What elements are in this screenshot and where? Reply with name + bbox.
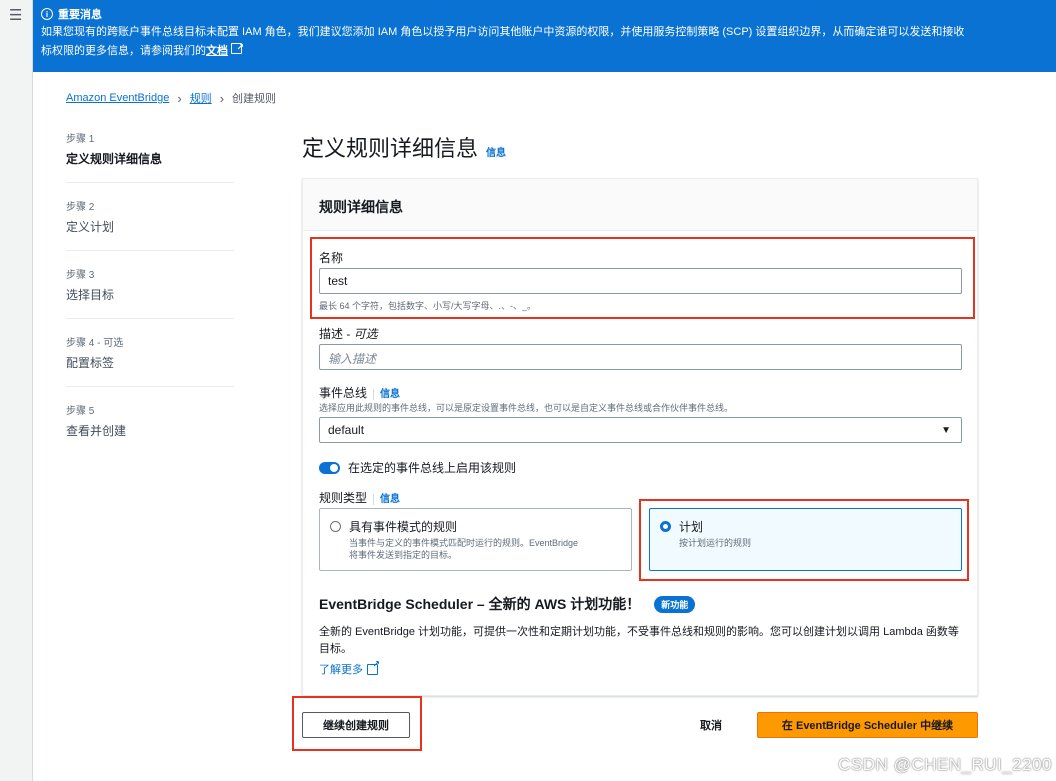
rule-type-schedule-card[interactable]: 计划 按计划运行的规则 (649, 508, 962, 571)
learn-more-text: 了解更多 (319, 664, 363, 676)
description-label: 描述 - 可选 (319, 325, 378, 342)
radio-button-selected[interactable] (660, 521, 671, 532)
menu-icon[interactable]: ☰ (9, 6, 22, 24)
event-bus-selected-value: default (328, 423, 365, 437)
step-label: 定义规则详细信息 (66, 152, 163, 166)
wizard-steps: 步骤 1 定义规则详细信息 步骤 2 定义计划 步骤 3 选择目标 步骤 4 -… (66, 128, 234, 467)
card-description: 当事件与定义的事件模式匹配时运行的规则。EventBridge 将事件发送到指定… (349, 537, 621, 561)
card-title: 具有事件模式的规则 (330, 518, 621, 535)
rule-type-event-pattern-card[interactable]: 具有事件模式的规则 当事件与定义的事件模式匹配时运行的规则。EventBridg… (319, 508, 632, 571)
card-description-line-1: 当事件与定义的事件模式匹配时运行的规则。EventBridge (349, 538, 579, 548)
banner-line-1: 如果您现有的跨账户事件总线目标未配置 IAM 角色，我们建议您添加 IAM 角色… (41, 26, 965, 38)
new-feature-badge: 新功能 (654, 595, 696, 613)
step-number: 步骤 1 (66, 134, 95, 145)
card-description-line-2: 将事件发送到指定的目标。 (349, 550, 458, 560)
page-title: 定义规则详细信息 信息 (302, 131, 506, 163)
breadcrumb: Amazon EventBridge › 规则 › 创建规则 (66, 90, 276, 106)
step-label: 定义计划 (66, 220, 115, 234)
breadcrumb-eventbridge[interactable]: Amazon EventBridge (66, 92, 169, 104)
event-bus-select[interactable]: default ▼ (319, 417, 962, 443)
chevron-right-icon: › (177, 90, 182, 106)
description-input[interactable]: 输入描述 (319, 344, 962, 370)
wizard-step-5[interactable]: 步骤 5 查看并创建 (66, 400, 234, 454)
continue-in-scheduler-button[interactable]: 在 EventBridge Scheduler 中继续 (757, 712, 978, 738)
info-icon: i (41, 8, 53, 20)
scheduler-description: 全新的 EventBridge 计划功能，可提供一次性和定期计划功能，不受事件总… (319, 626, 959, 655)
panel-header: 规则详细信息 (303, 179, 977, 231)
enable-rule-label: 在选定的事件总线上启用该规则 (348, 461, 517, 475)
radio-button[interactable] (330, 521, 341, 532)
cancel-button[interactable]: 取消 (700, 712, 722, 738)
side-navigation-bar: ☰ (0, 0, 33, 781)
wizard-step-2[interactable]: 步骤 2 定义计划 (66, 196, 234, 251)
banner-line-2: 标权限的更多信息，请参阅我们的文档 (41, 38, 1048, 60)
banner-doc-link[interactable]: 文档 (206, 45, 228, 57)
step-label: 选择目标 (66, 288, 115, 302)
event-bus-label: 事件总线 信息 (319, 384, 401, 401)
card-title-text: 计划 (679, 520, 704, 534)
step-number: 步骤 5 (66, 406, 95, 417)
step-number: 步骤 2 (66, 202, 95, 213)
important-message-banner: i 重要消息 如果您现有的跨账户事件总线目标未配置 IAM 角色，我们建议您添加… (33, 0, 1056, 72)
enable-rule-toggle[interactable] (319, 461, 340, 474)
name-label: 名称 (319, 251, 344, 265)
continue-create-rule-button[interactable]: 继续创建规则 (302, 712, 410, 738)
wizard-step-1: 步骤 1 定义规则详细信息 (66, 128, 234, 183)
page-title-text: 定义规则详细信息 (302, 136, 479, 161)
step-label: 查看并创建 (66, 424, 127, 438)
enable-rule-toggle-row: 在选定的事件总线上启用该规则 (319, 459, 516, 476)
breadcrumb-current: 创建规则 (232, 93, 277, 105)
rule-type-label-text: 规则类型 (319, 491, 368, 505)
banner-title: 重要消息 (58, 9, 102, 21)
step-number: 步骤 3 (66, 270, 95, 281)
wizard-step-3[interactable]: 步骤 3 选择目标 (66, 264, 234, 319)
name-hint: 最长 64 个字符，包括数字、小写/大写字母、.、-、_。 (319, 301, 537, 311)
breadcrumb-rules[interactable]: 规则 (190, 90, 212, 106)
external-link-icon (231, 38, 244, 56)
card-title-text: 具有事件模式的规则 (349, 520, 458, 534)
rule-type-info-link[interactable]: 信息 (373, 494, 401, 505)
description-label-text: 描述 - (319, 327, 354, 341)
scheduler-title: EventBridge Scheduler – 全新的 AWS 计划功能！ 新功… (319, 594, 696, 614)
caret-down-icon: ▼ (941, 425, 951, 436)
card-description: 按计划运行的规则 (679, 538, 752, 548)
name-input[interactable]: test (319, 268, 962, 294)
description-optional: 可选 (353, 327, 378, 341)
page-info-link[interactable]: 信息 (486, 144, 506, 159)
event-bus-label-text: 事件总线 (319, 386, 368, 400)
banner-header: i 重要消息 (41, 6, 1048, 22)
watermark: CSDN @CHEN_RUI_2200 (838, 755, 1052, 774)
external-link-icon (367, 659, 380, 675)
step-label: 配置标签 (66, 356, 115, 370)
chevron-right-icon: › (219, 90, 225, 106)
rule-type-label: 规则类型 信息 (319, 489, 401, 506)
wizard-step-4[interactable]: 步骤 4 - 可选 配置标签 (66, 332, 234, 387)
event-bus-info-link[interactable]: 信息 (373, 389, 401, 400)
scheduler-title-text: EventBridge Scheduler – 全新的 AWS 计划功能！ (319, 596, 641, 612)
banner-line-2-text: 标权限的更多信息，请参阅我们的 (41, 45, 206, 57)
card-title: 计划 (660, 518, 951, 535)
learn-more-link[interactable]: 了解更多 (319, 659, 380, 677)
step-number: 步骤 4 - 可选 (66, 338, 124, 349)
event-bus-hint: 选择应用此规则的事件总线，可以是原定设置事件总线，也可以是自定义事件总线或合作伙… (319, 403, 734, 413)
